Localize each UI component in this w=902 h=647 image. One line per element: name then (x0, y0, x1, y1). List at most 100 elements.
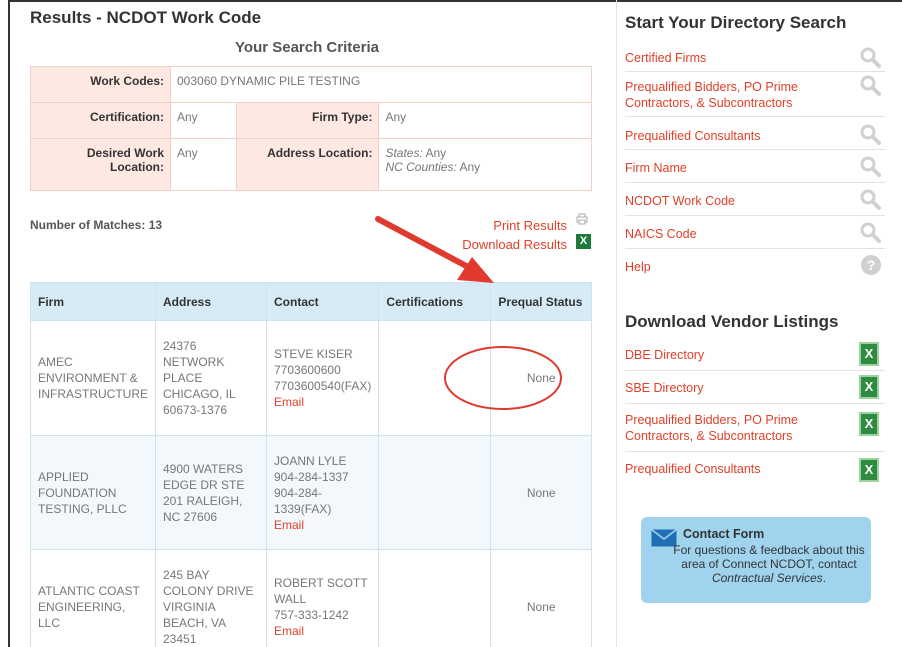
sidebar-item-sbe-directory[interactable]: SBE Directory X (625, 371, 885, 404)
download-heading: Download Vendor Listings (625, 312, 839, 331)
col-address: Address (155, 282, 267, 321)
criteria-table: Work Codes: 003060 DYNAMIC PILE TESTING … (30, 66, 592, 191)
work-codes-value: 003060 DYNAMIC PILE TESTING (170, 66, 592, 103)
magnifier-icon (860, 75, 881, 96)
sidebar-item-ncdot-work-code[interactable]: NCDOT Work Code (625, 183, 885, 216)
contact-form-title[interactable]: Contact Form (683, 527, 764, 541)
sidebar-item-prequalified-bidders[interactable]: Prequalified Bidders, PO Prime Contracto… (625, 72, 885, 117)
address-cell: 4900 WATERS EDGE DR STE 201 RALEIGH, NC … (155, 435, 267, 550)
sidebar-item-certified-firms[interactable]: Certified Firms (625, 42, 885, 72)
magnifier-icon (860, 47, 881, 68)
download-list: DBE Directory X SBE Directory X Prequali… (625, 338, 885, 486)
page-title: Results - NCDOT Work Code (30, 8, 262, 27)
excel-icon: X (859, 375, 879, 399)
certification-label: Certification: (30, 102, 171, 139)
contact-phone: 757-333-1242 (274, 608, 349, 622)
sidebar-item-label: Prequalified Bidders, PO Prime Contracto… (625, 413, 798, 443)
print-results-link[interactable]: Print Results (462, 216, 567, 235)
address-location-value: States: Any NC Counties: Any (378, 138, 592, 191)
excel-icon: X (859, 412, 879, 436)
contact-phone: 904-284-1337 (274, 469, 349, 484)
prequal-cell: None (490, 320, 592, 436)
sidebar-item-dbe-directory[interactable]: DBE Directory X (625, 338, 885, 371)
contact-form-text: For questions & feedback about this area… (671, 543, 867, 585)
col-firm: Firm (30, 282, 156, 321)
download-results-link[interactable]: Download Results (462, 235, 567, 254)
contact-cell: JOANN LYLE 904-284-1337 904-284-1339(FAX… (265, 435, 380, 550)
email-link[interactable]: Email (274, 394, 371, 410)
table-row: APPLIED FOUNDATION TESTING, PLLC 4900 WA… (30, 435, 592, 550)
desired-work-value: Any (169, 138, 238, 191)
firm-link[interactable]: APPLIED FOUNDATION TESTING, PLLC (30, 435, 156, 550)
sidebar-item-prequalified-consultants[interactable]: Prequalified Consultants (625, 117, 885, 150)
results-panel: Results - NCDOT Work Code Your Search Cr… (22, 0, 597, 647)
email-link[interactable]: Email (274, 623, 371, 639)
firm-type-label: Firm Type: (236, 102, 380, 139)
magnifier-icon (860, 189, 881, 210)
contractual-services-link[interactable]: Contractual Services (712, 571, 823, 585)
search-heading: Start Your Directory Search (625, 13, 847, 32)
contact-phone: 7703600600 (274, 363, 341, 377)
excel-icon[interactable]: X (576, 234, 591, 249)
sidebar-item-naics-code[interactable]: NAICS Code (625, 216, 885, 249)
result-actions: Print Results Download Results (462, 216, 567, 254)
sidebar-item-prequalified-consultants-download[interactable]: Prequalified Consultants X (625, 452, 885, 486)
sidebar-item-label: DBE Directory (625, 348, 705, 362)
magnifier-icon (860, 124, 881, 145)
matches-count: 13 (148, 218, 163, 232)
contact-name: ROBERT SCOTT WALL (274, 576, 368, 606)
sidebar-item-label: Certified Firms (625, 51, 707, 65)
criteria-title: Your Search Criteria (235, 39, 379, 56)
work-codes-label: Work Codes: (30, 66, 171, 103)
address-cell: 245 BAY COLONY DRIVE VIRGINIA BEACH, VA … (155, 549, 267, 647)
col-prequal-status: Prequal Status (490, 282, 592, 321)
sidebar-item-firm-name[interactable]: Firm Name (625, 150, 885, 183)
sidebar-item-prequalified-bidders-download[interactable]: Prequalified Bidders, PO Prime Contracto… (625, 404, 885, 452)
search-list: Certified Firms Prequalified Bidders, PO… (625, 42, 885, 281)
nc-counties-label: NC Counties: (385, 160, 457, 174)
sidebar-item-label: NCDOT Work Code (625, 194, 735, 208)
contact-cell: STEVE KISER 7703600600 7703600540(FAX) E… (265, 320, 380, 436)
firm-link[interactable]: ATLANTIC COAST ENGINEERING, LLC (30, 549, 156, 647)
sidebar-item-label: SBE Directory (625, 381, 704, 395)
certifications-cell (378, 549, 492, 647)
certifications-cell (378, 435, 492, 550)
col-contact: Contact (265, 282, 380, 321)
sidebar-item-help[interactable]: Help ? (625, 249, 885, 281)
prequal-cell: None (490, 435, 592, 550)
contact-cell: ROBERT SCOTT WALL 757-333-1242 Email (265, 549, 380, 647)
help-icon: ? (861, 255, 881, 275)
magnifier-icon (860, 156, 881, 177)
contact-name: JOANN LYLE (274, 453, 347, 468)
magnifier-icon (860, 222, 881, 243)
contact-text-post: . (822, 571, 827, 585)
matches-label: Number of Matches: (30, 218, 146, 232)
contact-form-box[interactable]: Contact Form For questions & feedback ab… (641, 517, 871, 603)
sidebar-item-label: Firm Name (625, 161, 687, 175)
nc-counties-value: Any (459, 160, 481, 174)
sidebar-item-label: NAICS Code (625, 227, 697, 241)
address-location-label: Address Location: (236, 138, 380, 191)
address-cell: 24376 NETWORK PLACE CHICAGO, IL 60673-13… (155, 320, 267, 436)
results-table: Firm Address Contact Certifications Preq… (30, 282, 592, 647)
directory-sidebar: Start Your Directory Search Certified Fi… (616, 0, 890, 647)
contact-fax: 7703600540(FAX) (274, 379, 372, 393)
contact-name: STEVE KISER (274, 347, 353, 361)
firm-type-value: Any (378, 102, 592, 139)
email-link[interactable]: Email (274, 517, 371, 533)
excel-icon: X (859, 458, 879, 482)
sidebar-item-label: Help (625, 260, 651, 274)
contact-text-pre: For questions & feedback about this area… (673, 543, 865, 571)
sidebar-item-label: Prequalified Consultants (625, 462, 761, 476)
excel-icon: X (859, 342, 879, 366)
firm-link[interactable]: AMEC ENVIRONMENT & INFRASTRUCTURE (30, 320, 156, 436)
print-icon[interactable] (576, 213, 588, 225)
states-label: States: (385, 146, 423, 160)
number-of-matches: Number of Matches: 13 (30, 218, 162, 232)
states-value: Any (425, 146, 447, 160)
desired-work-label: Desired Work Location: (30, 138, 171, 191)
col-certifications: Certifications (378, 282, 492, 321)
table-row: ATLANTIC COAST ENGINEERING, LLC 245 BAY … (30, 549, 592, 647)
sidebar-item-label: Prequalified Consultants (625, 129, 761, 143)
table-row: AMEC ENVIRONMENT & INFRASTRUCTURE 24376 … (30, 320, 592, 436)
